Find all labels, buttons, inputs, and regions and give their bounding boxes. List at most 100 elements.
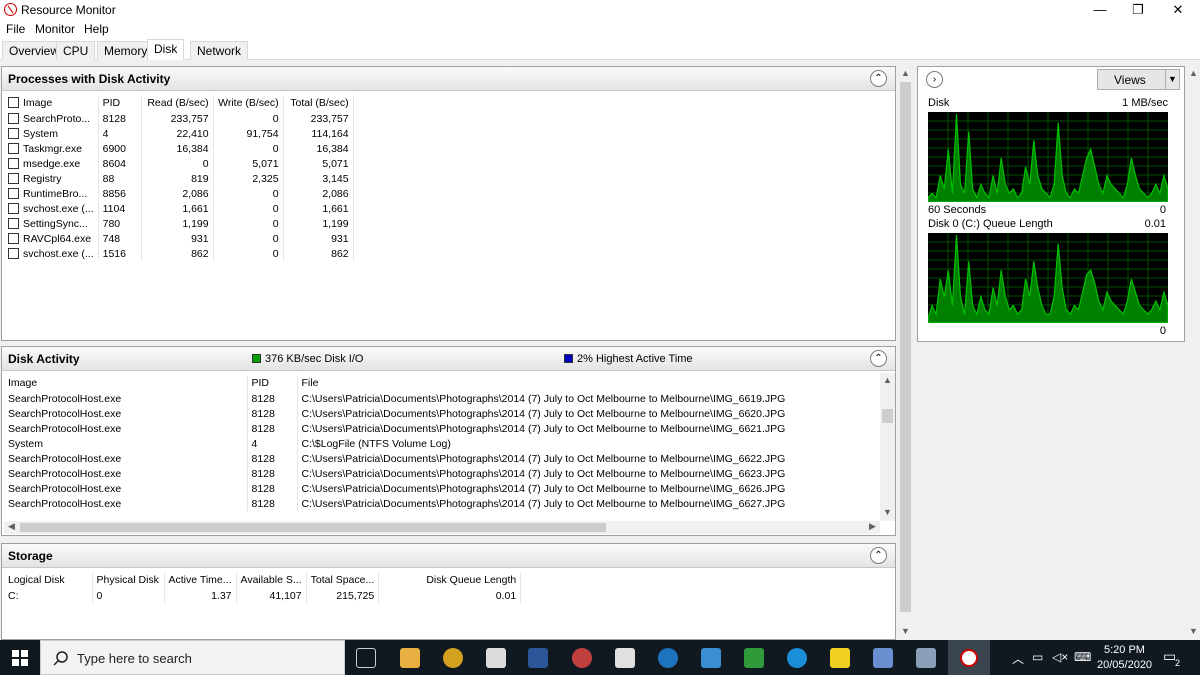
document-app-icon[interactable]	[615, 648, 635, 668]
sticky-notes-icon[interactable]	[830, 648, 850, 668]
select-all-checkbox[interactable]	[8, 97, 19, 108]
process-checkbox[interactable]	[8, 127, 19, 139]
network-icon[interactable]: ▭	[1032, 650, 1043, 664]
col-image[interactable]: Image	[4, 95, 99, 111]
col-active-time[interactable]: Active Time...	[164, 572, 237, 588]
table-row[interactable]: Taskmgr.exe 6900 16,384 0 16,384	[4, 141, 354, 156]
process-checkbox[interactable]	[8, 142, 19, 154]
process-checkbox[interactable]	[8, 172, 19, 184]
maximize-button[interactable]: ❐	[1118, 0, 1158, 20]
table-row[interactable]: SearchProtocolHost.exe 8128 C:\Users\Patri…	[4, 406, 877, 421]
processes-header[interactable]: Processes with Disk Activity ⌃	[2, 67, 895, 91]
process-checkbox[interactable]	[8, 187, 19, 199]
disk-activity-vscroll[interactable]: ▲ ▼	[880, 373, 895, 521]
tab-memory[interactable]: Memory	[97, 41, 155, 60]
table-row[interactable]: msedge.exe 8604 0 5,071 5,071	[4, 156, 354, 171]
col-queue-length[interactable]: Disk Queue Length	[378, 572, 522, 588]
file-explorer-icon[interactable]	[400, 648, 420, 668]
col-act-image[interactable]: Image	[4, 375, 248, 391]
col-total-space[interactable]: Total Space...	[306, 572, 380, 588]
col-act-file[interactable]: File	[297, 375, 877, 391]
col-logical-disk[interactable]: Logical Disk	[4, 572, 93, 588]
keyboard-icon[interactable]: ⌨	[1074, 650, 1091, 664]
book-app-icon[interactable]	[486, 648, 506, 668]
scroll-right-icon[interactable]: ▶	[865, 521, 880, 532]
menu-help[interactable]: Help	[84, 22, 109, 36]
col-pid[interactable]: PID	[98, 95, 142, 111]
disk-activity-header[interactable]: Disk Activity 376 KB/sec Disk I/O 2% Hig…	[2, 347, 895, 371]
graph-scroll-down-icon[interactable]: ▼	[1186, 626, 1200, 636]
col-write[interactable]: Write (B/sec)	[213, 95, 284, 111]
resource-monitor-taskbar-button[interactable]	[948, 640, 990, 675]
process-checkbox[interactable]	[8, 217, 19, 229]
table-row[interactable]: SearchProtocolHost.exe 8128 C:\Users\Patri…	[4, 496, 877, 511]
table-row[interactable]: Registry 88 819 2,325 3,145	[4, 171, 354, 186]
menu-monitor[interactable]: Monitor	[35, 22, 75, 36]
col-read[interactable]: Read (B/sec)	[141, 95, 214, 111]
graph-scroll-up-icon[interactable]: ▲	[1186, 68, 1200, 78]
taskbar-search-box[interactable]: Type here to search	[40, 640, 345, 675]
tab-disk[interactable]: Disk	[147, 39, 185, 60]
table-row[interactable]: System 4 C:\$LogFile (NTFS Volume Log)	[4, 436, 877, 451]
col-act-pid[interactable]: PID	[247, 375, 298, 391]
scroll-down-icon[interactable]: ▼	[880, 507, 895, 517]
tray-chevron-up-icon[interactable]: ︿	[1012, 650, 1024, 667]
process-checkbox[interactable]	[8, 112, 19, 124]
disk-activity-hscroll[interactable]: ◀ ▶	[4, 521, 880, 534]
process-checkbox[interactable]	[8, 232, 19, 244]
menu-file[interactable]: File	[6, 22, 25, 36]
scroll-thumb[interactable]	[882, 409, 893, 423]
word-icon[interactable]	[528, 648, 548, 668]
collapse-storage-button[interactable]: ⌃	[870, 547, 887, 564]
table-row[interactable]: SearchProto... 8128 233,757 0 233,757	[4, 111, 354, 126]
windows-start-icon[interactable]	[12, 650, 28, 666]
scroll-left-icon[interactable]: ◀	[4, 521, 19, 532]
control-panel-icon[interactable]	[873, 648, 893, 668]
collapse-processes-button[interactable]: ⌃	[870, 70, 887, 87]
table-row[interactable]: SearchProtocolHost.exe 8128 C:\Users\Patri…	[4, 421, 877, 436]
main-scroll-thumb[interactable]	[900, 82, 911, 612]
table-row[interactable]: svchost.exe (... 1104 1,661 0 1,661	[4, 201, 354, 216]
col-physical-disk[interactable]: Physical Disk	[92, 572, 165, 588]
main-scroll-down-icon[interactable]: ▼	[898, 626, 913, 636]
volume-icon[interactable]: ◁×	[1052, 650, 1068, 664]
internet-explorer-icon[interactable]	[658, 648, 678, 668]
hscroll-thumb[interactable]	[20, 523, 606, 532]
scroll-up-icon[interactable]: ▲	[880, 375, 895, 385]
table-row[interactable]: SearchProtocolHost.exe 8128 C:\Users\Patri…	[4, 481, 877, 496]
table-row[interactable]: RuntimeBro... 8856 2,086 0 2,086	[4, 186, 354, 201]
solitaire-icon[interactable]	[744, 648, 764, 668]
mail-icon[interactable]	[701, 648, 721, 668]
edge-icon[interactable]	[787, 648, 807, 668]
main-scroll-up-icon[interactable]: ▲	[898, 68, 913, 78]
paint-app-icon[interactable]	[572, 648, 592, 668]
table-row[interactable]: svchost.exe (... 1516 862 0 862	[4, 246, 354, 261]
close-button[interactable]: ✕	[1158, 0, 1198, 20]
clock-date[interactable]: 20/05/2020	[1097, 659, 1152, 671]
collapse-disk-activity-button[interactable]: ⌃	[870, 350, 887, 367]
storage-header[interactable]: Storage ⌃	[2, 544, 895, 568]
process-checkbox[interactable]	[8, 157, 19, 169]
views-dropdown[interactable]: Views ▼	[1097, 69, 1180, 90]
process-checkbox[interactable]	[8, 247, 19, 259]
table-row[interactable]: SearchProtocolHost.exe 8128 C:\Users\Patri…	[4, 451, 877, 466]
table-row[interactable]: C: 0 1.37 41,107 215,725 0.01	[4, 588, 522, 604]
minimize-button[interactable]: —	[1080, 0, 1120, 20]
graph-vscroll[interactable]: ▲ ▼	[1186, 66, 1200, 640]
system-app-icon[interactable]	[916, 648, 936, 668]
table-row[interactable]: RAVCpl64.exe 748 931 0 931	[4, 231, 354, 246]
expand-graphs-icon[interactable]: ›	[926, 71, 943, 88]
col-available-space[interactable]: Available S...	[236, 572, 307, 588]
table-row[interactable]: SettingSync... 780 1,199 0 1,199	[4, 216, 354, 231]
tab-cpu[interactable]: CPU	[56, 41, 96, 60]
tab-network[interactable]: Network	[190, 41, 249, 60]
table-row[interactable]: SearchProtocolHost.exe 8128 C:\Users\Patri…	[4, 391, 877, 406]
bell-app-icon[interactable]	[443, 648, 463, 668]
col-total[interactable]: Total (B/sec)	[283, 95, 354, 111]
main-vscroll[interactable]: ▲ ▼	[898, 66, 913, 640]
table-row[interactable]: System 4 22,410 91,754 114,164	[4, 126, 354, 141]
table-row[interactable]: SearchProtocolHost.exe 8128 C:\Users\Patri…	[4, 466, 877, 481]
clock-time[interactable]: 5:20 PM	[1104, 644, 1145, 656]
process-checkbox[interactable]	[8, 202, 19, 214]
task-view-icon[interactable]	[356, 648, 376, 668]
